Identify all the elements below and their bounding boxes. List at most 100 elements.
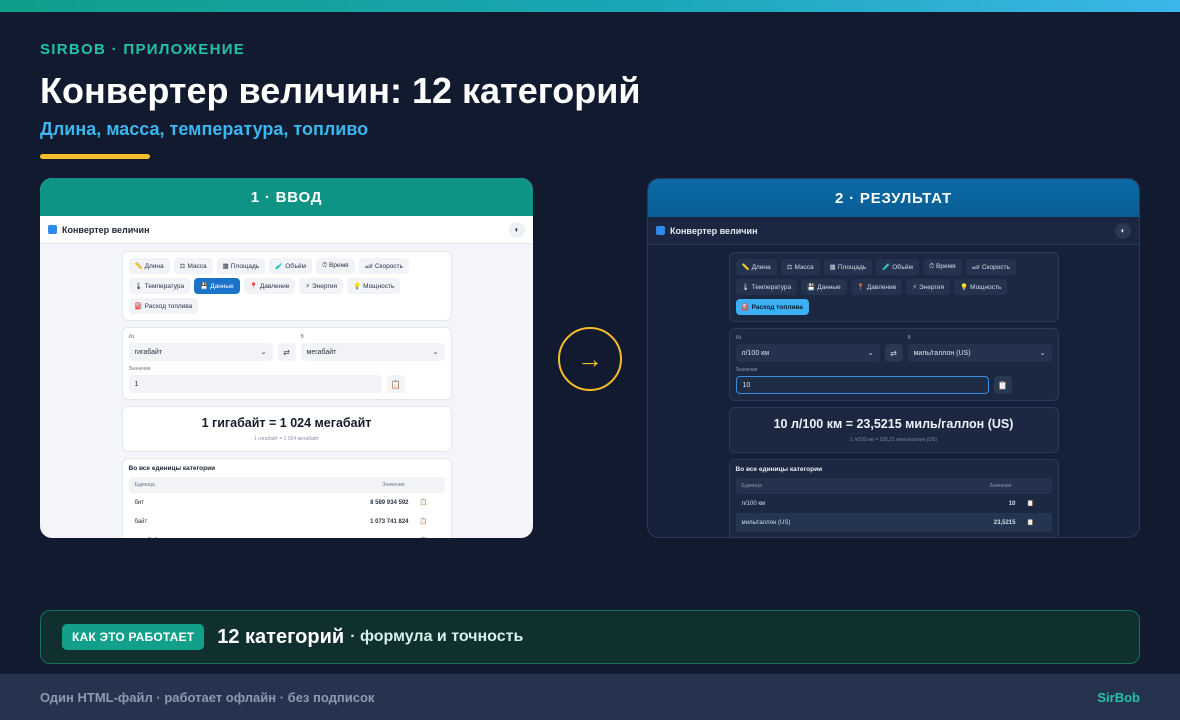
value-input[interactable]: 1 — [128, 375, 382, 393]
category-icon: ⚖ — [786, 264, 793, 271]
footer: Один HTML-файл · работает офлайн · без п… — [0, 674, 1180, 720]
category-icon: ⛽ — [741, 304, 750, 311]
copy-row-icon[interactable]: 📋 — [1016, 500, 1046, 507]
table-row: байт 1 073 741 824 📋 — [129, 512, 445, 531]
row-value: 1 048 576 — [299, 538, 409, 539]
category-icon: ⚡ — [305, 283, 310, 290]
theme-toggle-icon[interactable]: ◐ — [509, 221, 525, 238]
category-chip[interactable]: ⚖ Масса — [780, 259, 820, 275]
category-chip[interactable]: 🧪 Объём — [876, 259, 919, 275]
app-logo-icon — [48, 225, 57, 234]
copy-row-icon[interactable]: 📋 — [409, 499, 439, 506]
category-icon: ⚖ — [179, 263, 186, 270]
input-panel: 1 · ВВОД Конвертер величин ◐ 📏 Длина ⚖ Масс… — [40, 178, 533, 538]
row-unit: байт — [134, 518, 148, 525]
category-chip[interactable]: ⏱ Время — [922, 259, 962, 275]
copy-row-icon[interactable]: 📋 — [409, 518, 439, 525]
category-chip-label: Температура — [751, 284, 792, 291]
swap-units-button[interactable]: ⇄ — [277, 343, 296, 361]
category-chip[interactable]: ⛽ Расход топлива — [735, 299, 809, 315]
category-chip[interactable]: ⚖ Масса — [173, 258, 213, 274]
to-unit-value: миль/галлон (US) — [913, 349, 971, 357]
result-panel-header: 2 · РЕЗУЛЬТАТ — [648, 179, 1139, 217]
category-chip-label: Площадь — [837, 264, 867, 271]
table-row: бит 8 589 934 592 📋 — [129, 493, 445, 512]
category-chip[interactable]: 💾 Данные — [194, 278, 240, 294]
result-formula: 1 л/100 км = 235,21 миль/галлон (US) — [850, 437, 937, 443]
swap-units-button[interactable]: ⇄ — [884, 344, 903, 362]
col-unit-header: Единица — [134, 482, 155, 488]
chevron-down-icon: ⌄ — [432, 349, 439, 356]
category-icon: ⏱ — [928, 263, 935, 270]
value-input[interactable]: 10 — [735, 376, 989, 394]
category-chip[interactable]: ⚡ Энергия — [299, 278, 343, 294]
category-chip[interactable]: 🌡 Температура — [128, 278, 191, 294]
copy-row-icon[interactable]: 📋 — [409, 537, 439, 538]
category-chip[interactable]: 📍 Давление — [850, 279, 903, 295]
category-chip[interactable]: ▦ Площадь — [823, 259, 873, 275]
category-chip[interactable]: 📏 Длина — [735, 259, 777, 275]
row-value: 23,5215 — [993, 519, 1016, 526]
clipboard-icon[interactable]: 📋 — [386, 375, 405, 393]
to-unit-select[interactable]: мегабайт ⌄ — [300, 343, 445, 361]
category-icon: 💾 — [200, 283, 209, 290]
category-chip[interactable]: 🌡 Температура — [735, 279, 798, 295]
category-icon: 🏎 — [364, 263, 373, 270]
category-chip[interactable]: 💾 Данные — [801, 279, 847, 295]
category-chip[interactable]: ▦ Площадь — [216, 258, 266, 274]
category-icon: 📍 — [856, 284, 865, 291]
to-label: В — [300, 334, 304, 340]
from-unit-select[interactable]: гигабайт ⌄ — [128, 343, 273, 361]
from-unit-value: гигабайт — [134, 348, 163, 356]
category-chip[interactable]: 💡 Мощность — [346, 278, 401, 294]
how-it-works-headline: 12 категорий — [217, 625, 345, 648]
category-chip[interactable]: 📍 Давление — [243, 278, 296, 294]
page-title: Конвертер величин: 12 категорий — [40, 70, 641, 111]
result-card: 10 л/100 км = 23,5215 миль/галлон (US) 1… — [728, 407, 1059, 453]
category-chip[interactable]: 🏎 Скорость — [965, 259, 1016, 275]
category-chip-label: Масса — [794, 264, 814, 271]
clipboard-icon[interactable]: 📋 — [993, 376, 1012, 394]
chevron-down-icon: ⌄ — [1039, 350, 1046, 357]
category-chips: 📏 Длина ⚖ Масса ▦ Площадь 🧪 Объём ⏱ Время 🏎 Скорост… — [735, 259, 1052, 315]
how-it-works-badge: КАК ЭТО РАБОТАЕТ — [62, 624, 205, 650]
to-unit-select[interactable]: миль/галлон (US) ⌄ — [907, 344, 1052, 362]
table-row: миль/галлон (US) 23,5215 📋 — [735, 513, 1052, 532]
row-unit: л/100 км — [741, 500, 766, 507]
col-unit-header: Единица — [741, 483, 762, 489]
category-chip-label: Давление — [259, 283, 290, 290]
category-chip[interactable]: 💡 Мощность — [953, 279, 1008, 295]
category-chip[interactable]: ⚡ Энергия — [906, 279, 950, 295]
category-chip-label: Мощность — [363, 283, 395, 290]
to-unit-value: мегабайт — [306, 348, 337, 356]
chevron-down-icon: ⌄ — [867, 350, 874, 357]
from-label: Из — [128, 334, 135, 340]
from-unit-value: л/100 км — [741, 349, 770, 357]
result-main: 10 л/100 км = 23,5215 миль/галлон (US) — [773, 417, 1014, 431]
all-units-table: Во все единицы категории Единица Значени… — [121, 458, 452, 539]
category-chip-label: Время — [329, 262, 349, 269]
value-label: Значение — [128, 366, 151, 372]
from-unit-select[interactable]: л/100 км ⌄ — [735, 344, 880, 362]
category-icon: 🌡 — [134, 283, 143, 290]
category-chip[interactable]: 📏 Длина — [128, 258, 170, 274]
app-content: 📏 Длина ⚖ Масса ▦ Площадь 🧪 Объём ⏱ Время 🏎 Скорост… — [728, 252, 1059, 537]
copy-row-icon[interactable]: 📋 — [1016, 519, 1046, 526]
theme-toggle-icon[interactable]: ◐ — [1115, 222, 1131, 239]
table-row: килобайт1 048 576📋 — [129, 531, 445, 539]
category-chip[interactable]: ⛽ Расход топлива — [128, 298, 199, 314]
category-chip[interactable]: ⏱ Время — [315, 258, 355, 274]
category-chip-label: Масса — [187, 263, 207, 270]
category-chip-label: Расход топлива — [751, 304, 803, 311]
category-chip-label: Данные — [210, 283, 234, 290]
category-icon: 🧪 — [275, 263, 284, 270]
category-icon: ▦ — [222, 263, 229, 270]
page-subtitle: Длина, масса, температура, топливо — [40, 119, 369, 139]
result-card: 1 гигабайт = 1 024 мегабайт 1 гигабайт =… — [121, 406, 452, 452]
category-chip-label: Время — [936, 263, 956, 270]
category-icon: 🧪 — [882, 264, 891, 271]
category-chip-label: Расход топлива — [144, 303, 193, 310]
accent-underline — [40, 154, 150, 159]
category-chip[interactable]: 🏎 Скорость — [358, 258, 409, 274]
category-chip[interactable]: 🧪 Объём — [269, 258, 312, 274]
